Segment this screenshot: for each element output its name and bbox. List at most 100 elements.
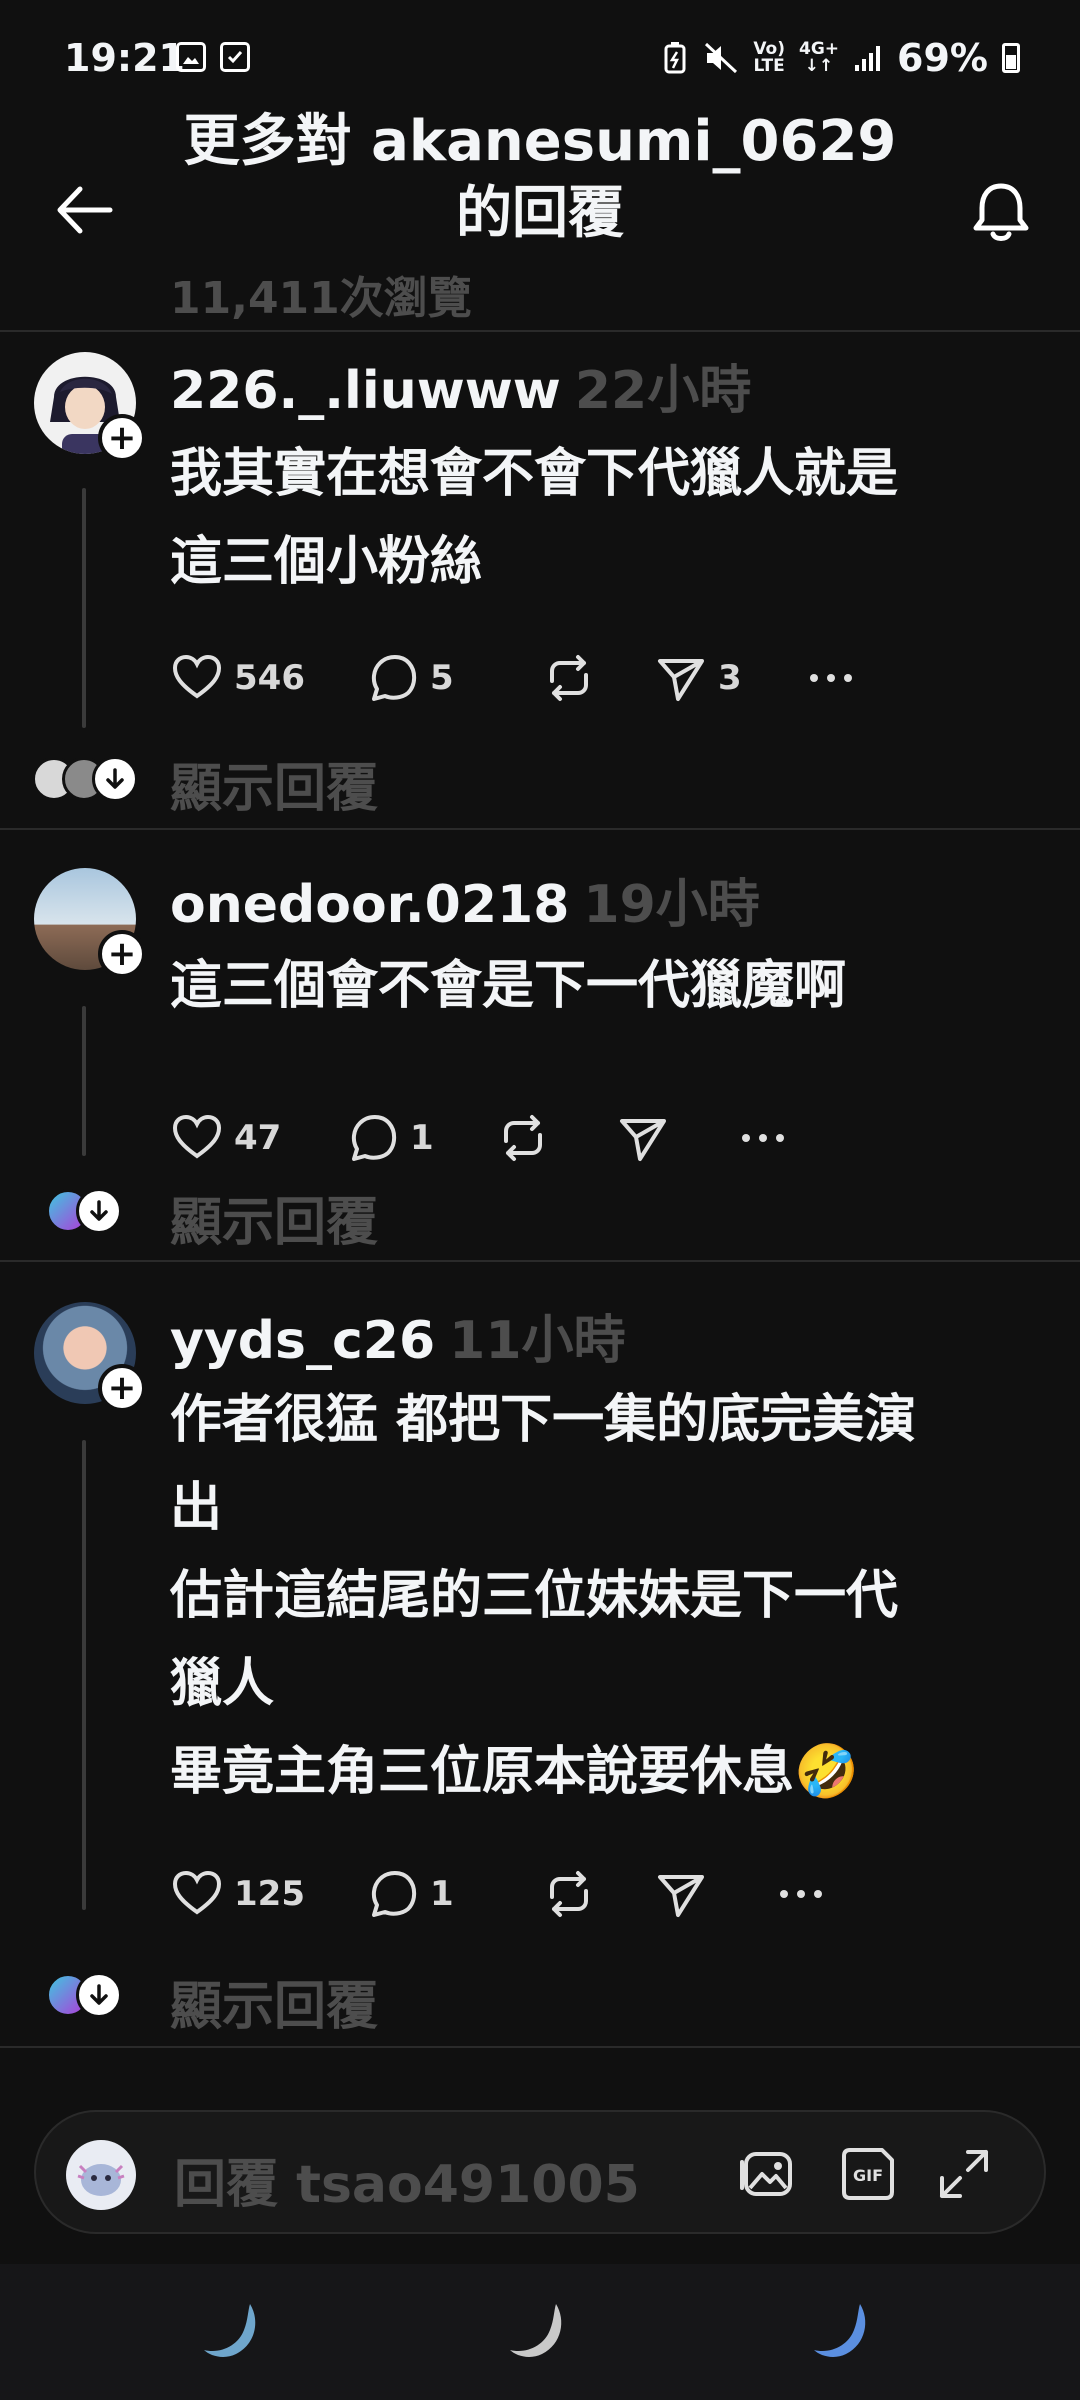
post-actions: 125 1: [170, 1866, 828, 1922]
show-replies-link[interactable]: 顯示回覆: [170, 1180, 378, 1255]
status-time: 19:21: [64, 36, 185, 80]
share-button[interactable]: [654, 1867, 774, 1921]
send-icon: [620, 1119, 666, 1161]
like-button[interactable]: 125: [170, 1867, 366, 1921]
repost-button[interactable]: [496, 1111, 616, 1165]
network-indicator: 4G+ ↓↑: [799, 39, 840, 76]
username[interactable]: onedoor.0218: [170, 875, 569, 935]
like-button[interactable]: 546: [170, 651, 366, 705]
signal-icon: [855, 46, 881, 71]
system-nav-bar: [0, 2264, 1080, 2400]
like-count: 546: [234, 658, 305, 698]
post-body: 我其實在想會不會下代獵人就是 這三個小粉絲: [170, 444, 899, 592]
comment-button[interactable]: 1: [346, 1111, 496, 1165]
like-count: 125: [234, 1874, 305, 1914]
volte-indicator: Vo) LTE: [753, 39, 785, 76]
reply-avatars[interactable]: [46, 1972, 122, 2018]
more-icon: [780, 1890, 822, 1898]
battery-icon: [1002, 43, 1020, 73]
image-icon[interactable]: [736, 2142, 800, 2206]
more-icon: [810, 674, 852, 682]
send-icon: [658, 1875, 704, 1917]
user-avatar: [66, 2140, 136, 2210]
comment-icon: [351, 1115, 397, 1161]
thread-line: [82, 1006, 86, 1156]
share-count: 3: [718, 658, 742, 698]
comment-count: 1: [430, 1874, 454, 1914]
comment-button[interactable]: 1: [366, 1867, 542, 1921]
username[interactable]: yyds_c26: [170, 1311, 435, 1371]
expand-icon[interactable]: [932, 2142, 996, 2206]
reply-avatars[interactable]: [46, 1188, 122, 1234]
repost-button[interactable]: [542, 651, 654, 705]
reply-input[interactable]: 回覆 tsao491005: [174, 2142, 640, 2217]
share-button[interactable]: 3: [654, 651, 804, 705]
reply-composer[interactable]: 回覆 tsao491005 GIF: [34, 2110, 1046, 2234]
reply-post[interactable]: + 226._.liuwww 22小時 我其實在想會不會下代獵人就是 這三個小粉絲…: [0, 332, 1080, 828]
page-title-line2: 的回覆: [456, 181, 624, 246]
post-body: 作者很猛 都把下一集的底完美演 出 估計這結尾的三位妹妹是下一代 獵人 畢竟主角…: [170, 1390, 917, 1802]
mute-icon: [705, 42, 738, 74]
moon-icon[interactable]: [504, 2294, 578, 2368]
battery-saver-icon: [664, 42, 686, 74]
share-button[interactable]: [616, 1111, 736, 1165]
thread-line: [82, 1440, 86, 1910]
send-icon: [658, 659, 704, 701]
bell-icon[interactable]: [968, 180, 1034, 246]
more-button[interactable]: [774, 1867, 828, 1921]
show-replies-link[interactable]: 顯示回覆: [170, 1964, 378, 2039]
battery-percent: 69%: [897, 36, 988, 80]
post-header: 226._.liuwww 22小時: [170, 348, 751, 423]
heart-icon: [172, 1114, 222, 1159]
page-title-line1: 更多對 akanesumi_0629: [183, 109, 897, 174]
moon-icon[interactable]: [808, 2294, 882, 2368]
heart-icon: [172, 654, 222, 699]
expand-down-icon: [76, 1972, 122, 2018]
post-header: yyds_c26 11小時: [170, 1298, 626, 1373]
status-right-icons: Vo) LTE 4G+ ↓↑ 69%: [663, 36, 1020, 80]
post-body: 這三個會不會是下一代獵魔啊: [170, 956, 847, 1016]
comment-count: 1: [410, 1118, 434, 1158]
repost-button[interactable]: [542, 1867, 654, 1921]
like-button[interactable]: 47: [170, 1111, 346, 1165]
heart-icon: [172, 1870, 222, 1915]
page-title: 更多對 akanesumi_0629 的回覆: [140, 106, 940, 250]
repost-icon: [550, 655, 588, 701]
comment-icon: [371, 1871, 417, 1917]
back-arrow-icon[interactable]: [54, 185, 114, 235]
post-actions: 47 1: [170, 1110, 790, 1166]
comment-count: 5: [430, 658, 454, 698]
header: 更多對 akanesumi_0629 的回覆: [0, 100, 1080, 270]
post-time: 22小時: [574, 361, 752, 421]
status-left-icons: [176, 42, 250, 72]
post-time: 19小時: [583, 875, 760, 935]
username[interactable]: 226._.liuwww: [170, 361, 561, 421]
follow-button[interactable]: +: [98, 414, 146, 462]
post-header: onedoor.0218 19小時: [170, 862, 760, 937]
reply-post[interactable]: + onedoor.0218 19小時 這三個會不會是下一代獵魔啊 47 1 顯示…: [0, 830, 1080, 1260]
show-replies-link[interactable]: 顯示回覆: [170, 746, 378, 821]
moon-icon[interactable]: [198, 2294, 272, 2368]
more-icon: [742, 1134, 784, 1142]
divider: [0, 2046, 1080, 2048]
comment-button[interactable]: 5: [366, 651, 542, 705]
comment-icon: [371, 655, 417, 701]
svg-text:GIF: GIF: [853, 2166, 883, 2185]
expand-down-icon: [76, 1188, 122, 1234]
thread-line: [82, 488, 86, 728]
gallery-notification-icon: [176, 42, 206, 72]
gif-icon[interactable]: GIF: [836, 2142, 900, 2206]
repost-icon: [504, 1115, 542, 1161]
repost-icon: [550, 1871, 588, 1917]
view-count: 11,411次瀏覽: [170, 273, 472, 324]
expand-down-icon: [92, 756, 138, 802]
more-button[interactable]: [736, 1111, 790, 1165]
checkbox-notification-icon: [220, 42, 250, 72]
post-actions: 546 5 3: [170, 650, 858, 706]
post-time: 11小時: [449, 1311, 626, 1371]
more-button[interactable]: [804, 651, 858, 705]
follow-button[interactable]: +: [98, 930, 146, 978]
reply-post[interactable]: + yyds_c26 11小時 作者很猛 都把下一集的底完美演 出 估計這結尾的三…: [0, 1262, 1080, 2048]
reply-avatars[interactable]: [32, 756, 138, 802]
follow-button[interactable]: +: [98, 1364, 146, 1412]
